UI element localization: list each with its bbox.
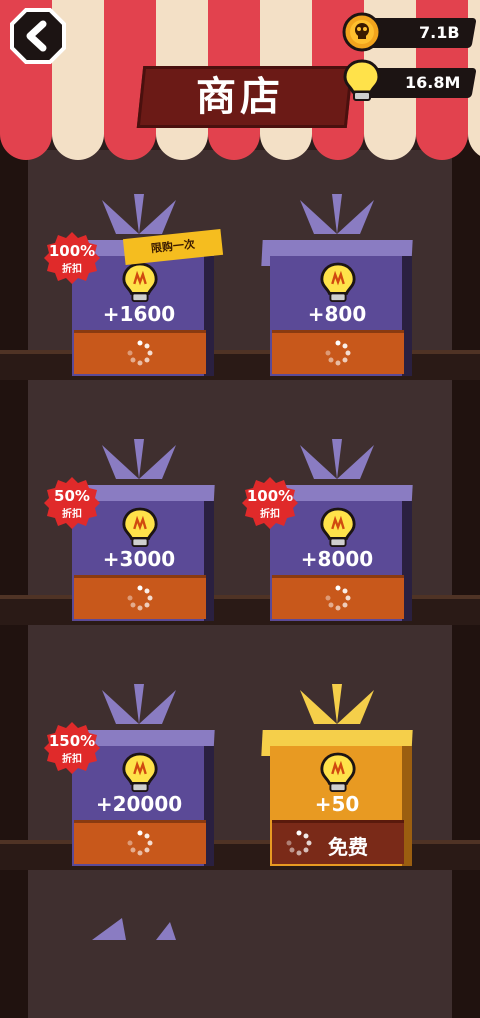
- buy-button[interactable]: [74, 330, 206, 374]
- shelf-post-left: [0, 140, 28, 1018]
- skull-coin-value: 7.1B: [419, 23, 460, 42]
- skull-coin-icon: [342, 12, 382, 52]
- discount-percent: 50%: [54, 487, 90, 505]
- loading-spinner-icon: [127, 340, 153, 370]
- discount-label: 折扣: [62, 754, 82, 765]
- reward-amount: +3000: [102, 547, 176, 571]
- ribbon-bow-icon: [102, 439, 176, 479]
- discount-percent: 100%: [48, 242, 96, 260]
- reward-amount: +20000: [95, 792, 183, 816]
- next-row-ribbon-peek: [92, 918, 182, 946]
- discount-badge: 150% 折扣: [44, 720, 100, 776]
- back-button[interactable]: [10, 8, 66, 64]
- gift-box-item-6[interactable]: +50 免费: [261, 684, 413, 870]
- ribbon-bow-icon: [102, 684, 176, 724]
- lightbulb-icon: [342, 58, 382, 101]
- free-label: 免费: [328, 835, 368, 859]
- loading-spinner-icon: [325, 340, 351, 370]
- discount-label: 折扣: [62, 509, 82, 520]
- lightbulb-icon: [121, 750, 159, 796]
- buy-button[interactable]: [272, 330, 404, 374]
- discount-label: 折扣: [260, 509, 280, 520]
- discount-label: 折扣: [62, 264, 82, 275]
- reward-amount: +50: [314, 792, 360, 816]
- ribbon-bow-icon: [300, 684, 374, 724]
- loading-spinner-icon: [286, 830, 312, 860]
- page-title: 商店: [196, 74, 284, 120]
- ribbon-bow-icon: [300, 439, 374, 479]
- lightbulb-icon: [121, 260, 159, 306]
- reward-amount: +1600: [102, 302, 176, 326]
- loading-spinner-icon: [127, 830, 153, 860]
- loading-spinner-icon: [325, 585, 351, 615]
- discount-badge: 100% 折扣: [44, 230, 100, 286]
- lightbulb-icon: [319, 260, 357, 306]
- discount-percent: 150%: [48, 732, 96, 750]
- reward-amount: +8000: [300, 547, 374, 571]
- buy-button[interactable]: 免费: [272, 820, 404, 864]
- buy-button[interactable]: [74, 820, 206, 864]
- lightbulb-icon: [319, 750, 357, 796]
- lightbulb-icon: [319, 505, 357, 551]
- gift-box-item-2[interactable]: +800: [261, 194, 413, 380]
- discount-badge: 50% 折扣: [44, 475, 100, 531]
- discount-percent: 100%: [246, 487, 294, 505]
- ribbon-bow-icon: [300, 194, 374, 234]
- reward-amount: +800: [307, 302, 367, 326]
- shelf-post-right: [452, 140, 480, 1018]
- buy-button[interactable]: [74, 575, 206, 619]
- buy-button[interactable]: [272, 575, 404, 619]
- bulb-value: 16.8M: [404, 73, 460, 92]
- loading-spinner-icon: [127, 585, 153, 615]
- lightbulb-icon: [121, 505, 159, 551]
- discount-badge: 100% 折扣: [242, 475, 298, 531]
- back-arrow-icon: [10, 8, 66, 64]
